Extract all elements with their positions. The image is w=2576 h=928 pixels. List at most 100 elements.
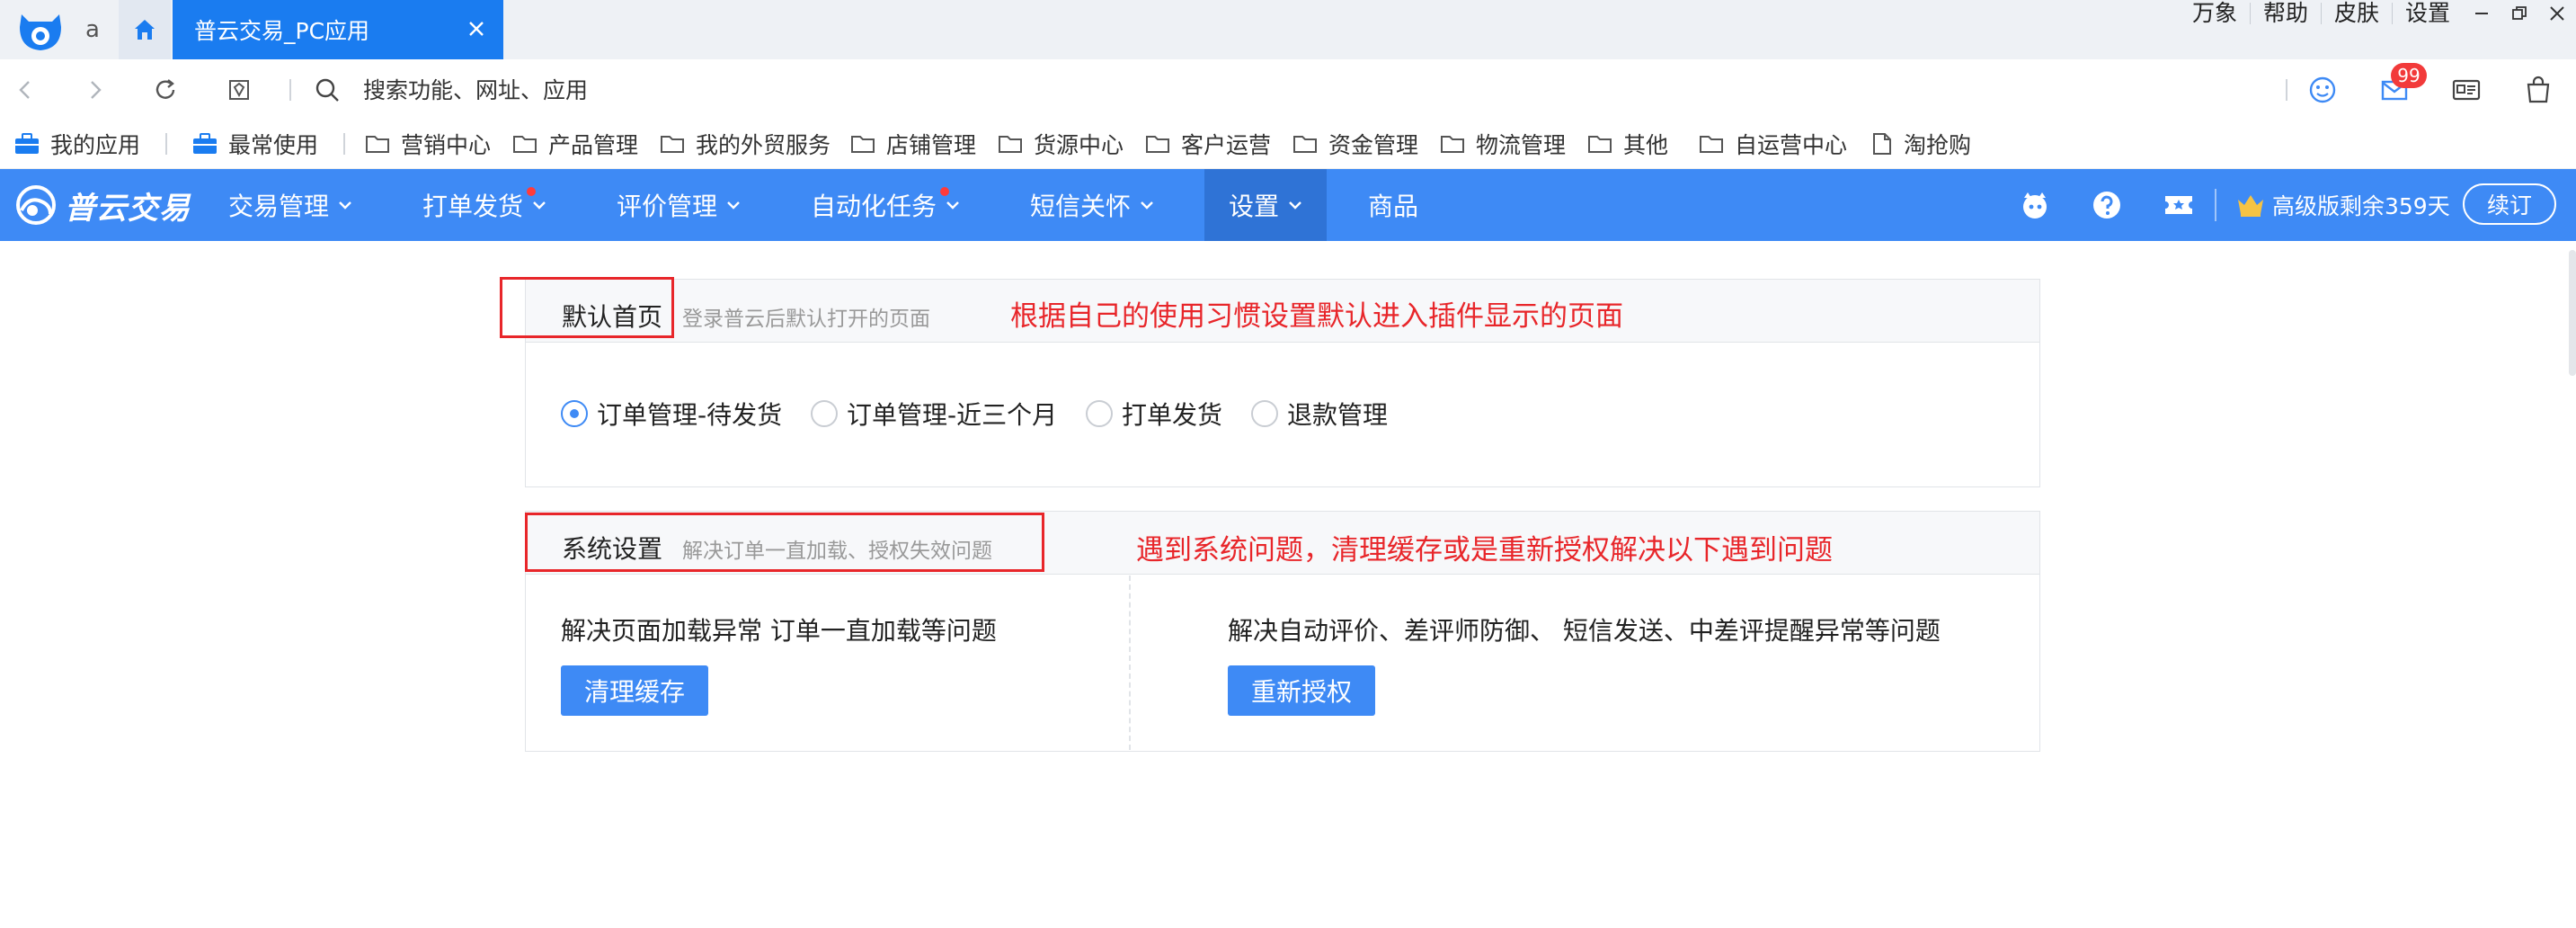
bookmark-taoqianggou[interactable]: 淘抢购 [1871, 129, 1971, 158]
home-tab[interactable] [119, 0, 171, 59]
folder-icon [851, 136, 875, 153]
ticket-icon[interactable] [2163, 189, 2195, 221]
chevron-down-icon [946, 201, 959, 210]
brand-name: 普云交易 [65, 190, 191, 227]
bookmark-my-apps[interactable]: 我的应用 [14, 129, 140, 158]
bookmark-sourcing[interactable]: 货源中心 [998, 129, 1124, 158]
radio-order-3months[interactable]: 订单管理-近三个月 [811, 396, 1057, 432]
minimize-icon[interactable] [2463, 0, 2500, 27]
nav-label: 交易管理 [228, 192, 330, 221]
folder-icon [1293, 136, 1317, 153]
restore-icon[interactable] [2500, 0, 2538, 27]
window-close-icon[interactable] [2538, 0, 2576, 27]
nav-trade-management[interactable]: 交易管理 [228, 169, 352, 241]
wanxiang-link[interactable]: 万象 [2180, 2, 2251, 24]
app-logo-icon[interactable] [16, 9, 65, 54]
bookmark-label: 其他 [1623, 132, 1669, 158]
chevron-down-icon [1141, 201, 1153, 210]
radio-print-ship[interactable]: 打单发货 [1086, 396, 1222, 432]
nav-label: 短信关怀 [1030, 192, 1132, 221]
radio-unchecked-icon [1086, 400, 1113, 427]
nav-label: 设置 [1228, 192, 1279, 221]
default-home-subtitle: 登录普云后默认打开的页面 [682, 308, 930, 331]
highlight-box [500, 277, 674, 338]
home-icon [135, 20, 155, 40]
bookmark-store[interactable]: 店铺管理 [850, 129, 976, 158]
address-bar: 99 [0, 59, 2576, 119]
folder-icon [1700, 136, 1723, 153]
bookmark-other[interactable]: 其他 [1587, 129, 1668, 158]
shield-icon[interactable] [225, 76, 253, 104]
chevron-down-icon [727, 201, 740, 210]
back-icon[interactable] [11, 76, 40, 104]
nav-label: 评价管理 [617, 192, 718, 221]
highlight-box [525, 513, 1044, 572]
bookmark-label: 营销中心 [401, 132, 492, 158]
search-icon [313, 76, 342, 104]
bookmark-label: 客户运营 [1181, 132, 1272, 158]
reauthorize-description: 解决自动评价、差评师防御、 短信发送、中差评提醒异常等问题 [1228, 616, 1941, 646]
clear-cache-description: 解决页面加载异常 订单一直加载等问题 [561, 616, 997, 646]
default-home-annotation: 根据自己的使用习惯设置默认进入插件显示的页面 [1010, 300, 1623, 333]
reauthorize-button[interactable]: 重新授权 [1228, 665, 1376, 716]
bookmark-label: 淘抢购 [1904, 132, 1972, 158]
bookmark-label: 货源中心 [1034, 132, 1124, 158]
bookmark-marketing[interactable]: 营销中心 [365, 129, 491, 158]
chevron-down-icon [533, 201, 546, 210]
radio-refunds[interactable]: 退款管理 [1251, 396, 1388, 432]
bag-icon[interactable] [2522, 74, 2554, 106]
radio-unchecked-icon [811, 400, 838, 427]
help-link[interactable]: 帮助 [2251, 2, 2322, 24]
nav-reviews[interactable]: 评价管理 [617, 169, 741, 241]
folder-icon [661, 136, 684, 153]
nav-products[interactable]: 商品 [1368, 169, 1418, 241]
document-icon [1873, 133, 1891, 155]
bookmark-self-operation[interactable]: 自运营中心 [1699, 129, 1847, 158]
radio-order-pending[interactable]: 订单管理-待发货 [561, 396, 782, 432]
search-input[interactable] [363, 70, 1262, 110]
id-card-icon[interactable] [2450, 74, 2483, 106]
bookmark-logistics[interactable]: 物流管理 [1440, 129, 1566, 158]
bookmark-finance[interactable]: 资金管理 [1292, 129, 1418, 158]
bookmark-label: 我的外贸服务 [696, 132, 831, 158]
scrollbar-thumb[interactable] [2569, 250, 2576, 376]
smiley-icon[interactable] [2306, 74, 2339, 106]
brand-cloud-icon [16, 185, 56, 225]
nav-sms-care[interactable]: 短信关怀 [1030, 169, 1154, 241]
nav-divider [2215, 189, 2216, 221]
skin-link[interactable]: 皮肤 [2322, 2, 2393, 24]
briefcase-icon [193, 133, 217, 154]
tab-a[interactable]: a [68, 0, 117, 59]
folder-icon [1441, 136, 1464, 153]
mascot-icon[interactable] [2019, 189, 2051, 221]
bookmark-frequent[interactable]: 最常使用 [192, 129, 318, 158]
main-nav: 普云交易 交易管理 打单发货 评价管理 自动化任务 短信关怀 设置 商品 高级版… [0, 169, 2576, 241]
tab-active[interactable]: 普云交易_PC应用 [173, 0, 503, 59]
address-divider [289, 79, 291, 101]
brand-logo[interactable]: 普云交易 [14, 183, 191, 227]
bookmark-customers[interactable]: 客户运营 [1145, 129, 1271, 158]
briefcase-icon [15, 133, 39, 154]
clear-cache-button[interactable]: 清理缓存 [561, 665, 709, 716]
nav-automation[interactable]: 自动化任务 [811, 169, 960, 241]
help-icon[interactable] [2091, 189, 2123, 221]
nav-settings[interactable]: 设置 [1204, 169, 1327, 241]
bookmark-trade-services[interactable]: 我的外贸服务 [660, 129, 831, 158]
bookmark-label: 资金管理 [1328, 132, 1419, 158]
nav-print-ship[interactable]: 打单发货 [422, 169, 546, 241]
forward-icon[interactable] [81, 76, 110, 104]
bookmark-products[interactable]: 产品管理 [512, 129, 638, 158]
notification-dot [940, 187, 949, 196]
radio-label: 打单发货 [1122, 400, 1223, 430]
system-settings-annotation: 遇到系统问题，清理缓存或是重新授权解决以下遇到问题 [1136, 534, 1833, 567]
renew-button[interactable]: 续订 [2463, 183, 2556, 225]
settings-link[interactable]: 设置 [2393, 2, 2463, 24]
bookmark-label: 我的应用 [50, 132, 141, 158]
column-divider [1129, 576, 1131, 750]
bookmark-label: 物流管理 [1476, 132, 1567, 158]
refresh-icon[interactable] [151, 76, 180, 104]
tab-active-label: 普云交易_PC应用 [194, 18, 370, 44]
close-icon[interactable] [466, 18, 487, 40]
address-right-divider [2286, 79, 2287, 101]
bookmark-label: 店铺管理 [886, 132, 977, 158]
